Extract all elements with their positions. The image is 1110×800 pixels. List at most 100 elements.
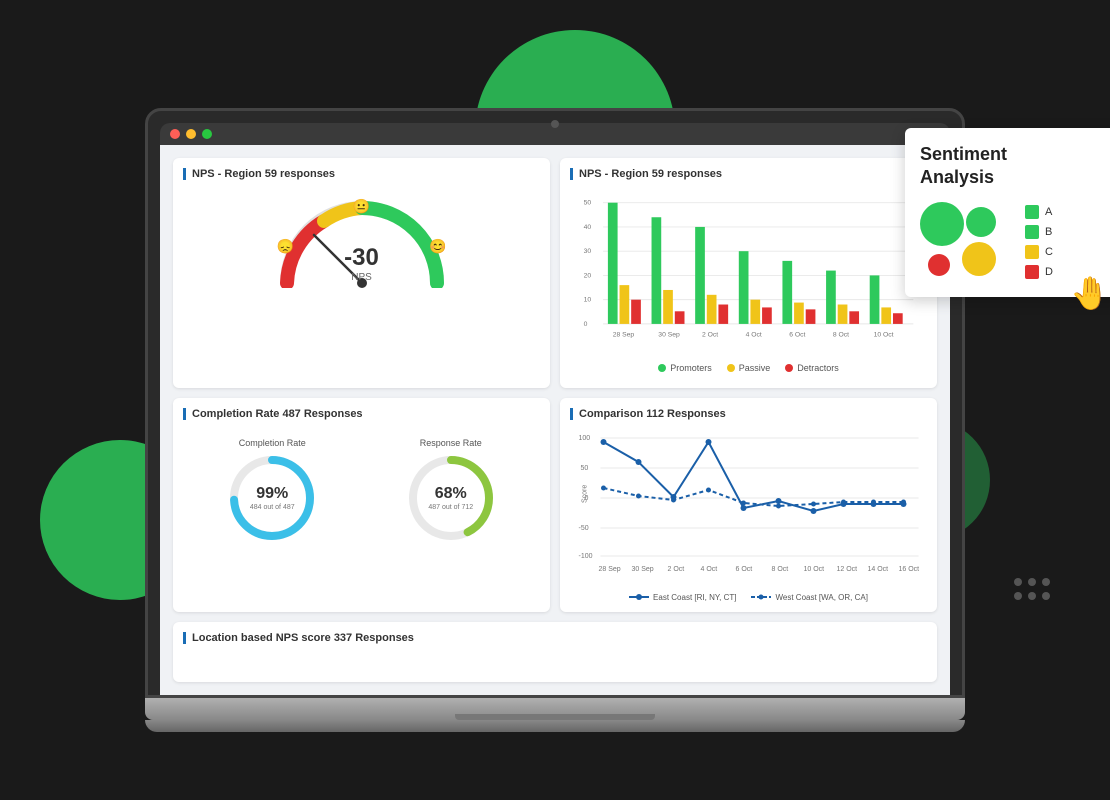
svg-text:14 Oct: 14 Oct: [868, 566, 889, 573]
bubble-b-medium: [966, 207, 996, 237]
response-percent: 68%: [428, 485, 473, 503]
completion-title: Completion Rate 487 Responses: [183, 408, 540, 420]
completion-donut-title: Completion Rate: [227, 438, 317, 448]
completion-donut: Completion Rate 99% 48: [227, 438, 317, 543]
svg-text:6 Oct: 6 Oct: [736, 566, 753, 573]
bar-chart-container: 50 40 30 20 10 0: [570, 188, 927, 378]
svg-text:40: 40: [584, 224, 592, 231]
tl-yellow: [186, 129, 196, 139]
nps-gauge-container: 😞 😐 😊: [183, 188, 540, 293]
svg-text:Score: Score: [582, 485, 589, 503]
completion-card: Completion Rate 487 Responses Completion…: [173, 398, 550, 612]
svg-text:16 Oct: 16 Oct: [899, 566, 920, 573]
nps-gauge-title: NPS - Region 59 responses: [183, 168, 540, 180]
svg-text:10 Oct: 10 Oct: [804, 566, 825, 573]
laptop-screen-outer: NPS - Region 59 responses 😞 😐 😊: [145, 108, 965, 698]
comparison-title: Comparison 112 Responses: [570, 408, 927, 420]
gauge-label: NPS: [344, 272, 379, 283]
hand-icon: 🤚: [1070, 274, 1110, 312]
bubble-d-red: [928, 254, 950, 276]
legend-box-c: [1025, 245, 1039, 259]
gauge-value: -30 NPS: [344, 244, 379, 283]
svg-text:4 Oct: 4 Oct: [746, 332, 762, 339]
legend-dot-promoters: [658, 364, 666, 372]
legend-label-b: B: [1045, 226, 1052, 238]
location-card: Location based NPS score 337 Responses: [173, 622, 937, 682]
emoji-sad: 😞: [277, 238, 294, 255]
svg-text:0: 0: [584, 321, 588, 328]
dashboard: NPS - Region 59 responses 😞 😐 😊: [160, 145, 950, 695]
svg-text:2 Oct: 2 Oct: [668, 566, 685, 573]
response-sub: 487 out of 712: [428, 504, 473, 511]
svg-text:30 Sep: 30 Sep: [658, 332, 680, 339]
svg-text:10 Oct: 10 Oct: [874, 332, 894, 339]
legend-label-a: A: [1045, 206, 1052, 218]
svg-text:4 Oct: 4 Oct: [701, 566, 718, 573]
completion-sub: 484 out of 487: [250, 504, 295, 511]
nps-bar-chart-card: NPS - Region 59 responses 50 40 30 20 10…: [560, 158, 937, 388]
bar-chart-svg: 50 40 30 20 10 0: [570, 193, 927, 353]
response-donut: Response Rate 68% 487: [406, 438, 496, 543]
svg-text:20: 20: [584, 272, 592, 279]
line-chart-legend: East Coast [RI, NY, CT] West Coast [WA, …: [570, 592, 927, 602]
svg-text:100: 100: [579, 435, 591, 442]
line-chart-container: 100 50 0 -50 -100 Score: [570, 428, 927, 602]
legend-box-b: [1025, 225, 1039, 239]
nps-gauge-card: NPS - Region 59 responses 😞 😐 😊: [173, 158, 550, 388]
location-title: Location based NPS score 337 Responses: [183, 632, 927, 644]
svg-text:8 Oct: 8 Oct: [772, 566, 789, 573]
legend-box-d: [1025, 265, 1039, 279]
completion-percent: 99%: [250, 485, 295, 503]
east-coast-icon: [629, 592, 649, 602]
emoji-neutral: 😐: [353, 198, 370, 215]
legend-passive: Passive: [727, 363, 771, 373]
svg-text:50: 50: [584, 200, 592, 207]
gauge-wrapper: 😞 😐 😊: [272, 193, 452, 288]
legend-promoters: Promoters: [658, 363, 712, 373]
east-coast-label: East Coast [RI, NY, CT]: [653, 593, 736, 602]
west-coast-icon: [751, 592, 771, 602]
response-donut-center: 68% 487 out of 712: [428, 485, 473, 511]
response-donut-title: Response Rate: [406, 438, 496, 448]
svg-text:-100: -100: [579, 553, 593, 560]
legend-west-coast: West Coast [WA, OR, CA]: [751, 592, 867, 602]
sentiment-title: SentimentAnalysis: [920, 143, 1110, 190]
comparison-card: Comparison 112 Responses 100 50 0 -50 -1…: [560, 398, 937, 612]
completion-donut-wrapper: 99% 484 out of 487: [227, 453, 317, 543]
legend-box-a: [1025, 205, 1039, 219]
svg-text:6 Oct: 6 Oct: [789, 332, 805, 339]
laptop: SentimentAnalysis A: [145, 108, 965, 732]
svg-text:8 Oct: 8 Oct: [833, 332, 849, 339]
location-placeholder: [183, 652, 927, 672]
laptop-foot: [145, 720, 965, 732]
legend-east-coast: East Coast [RI, NY, CT]: [629, 592, 736, 602]
legend-label-detractors: Detractors: [797, 363, 839, 373]
legend-detractors: Detractors: [785, 363, 839, 373]
legend-label-passive: Passive: [739, 363, 771, 373]
laptop-base: [145, 698, 965, 720]
svg-text:28 Sep: 28 Sep: [599, 566, 621, 573]
line-chart-svg: 100 50 0 -50 -100 Score: [570, 428, 927, 583]
legend-label-promoters: Promoters: [670, 363, 712, 373]
legend-label-d: D: [1045, 266, 1053, 278]
sentiment-analysis-card: SentimentAnalysis A: [905, 128, 1110, 297]
legend-label-c: C: [1045, 246, 1053, 258]
response-donut-wrapper: 68% 487 out of 712: [406, 453, 496, 543]
svg-text:28 Sep: 28 Sep: [613, 332, 635, 339]
completion-donut-center: 99% 484 out of 487: [250, 485, 295, 511]
donut-charts: Completion Rate 99% 48: [183, 428, 540, 553]
bar-chart-legend: Promoters Passive Detractors: [570, 363, 927, 373]
gauge-number: -30: [344, 244, 379, 272]
tl-red: [170, 129, 180, 139]
laptop-screen: NPS - Region 59 responses 😞 😐 😊: [160, 145, 950, 695]
legend-dot-passive: [727, 364, 735, 372]
tl-green: [202, 129, 212, 139]
bubble-c-yellow: [962, 242, 996, 276]
svg-text:50: 50: [581, 465, 589, 472]
nps-bar-title: NPS - Region 59 responses: [570, 168, 927, 180]
svg-text:30: 30: [584, 248, 592, 255]
svg-text:-50: -50: [579, 525, 589, 532]
svg-text:10: 10: [584, 297, 592, 304]
laptop-titlebar: [160, 123, 950, 145]
bubble-a-large: [920, 202, 964, 246]
